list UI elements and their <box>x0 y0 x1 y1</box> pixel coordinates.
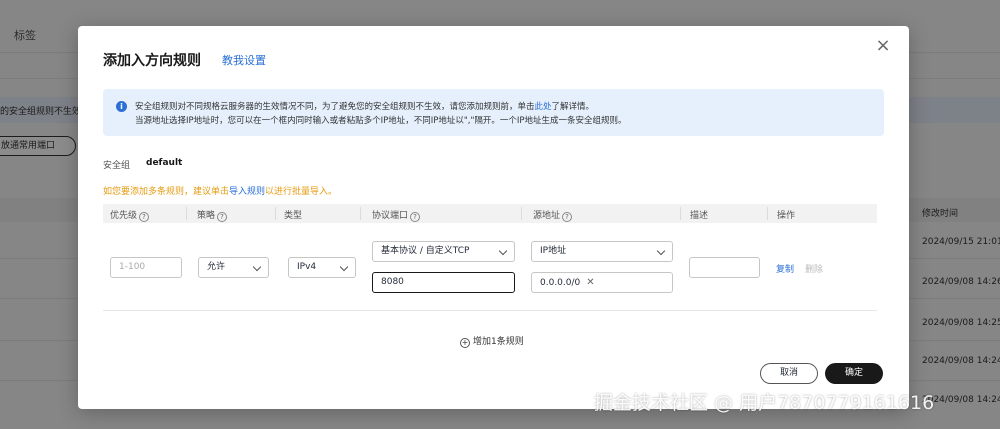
help-icon[interactable]: ? <box>217 212 228 222</box>
column-operation: 操作 <box>777 211 796 221</box>
help-icon[interactable]: ? <box>562 212 573 222</box>
column-protocol-port: 协议端口? <box>372 208 421 222</box>
chevron-down-icon <box>656 246 666 256</box>
delete-button[interactable]: 删除 <box>805 262 823 275</box>
import-rules-link[interactable]: 导入规则 <box>229 187 265 197</box>
import-tip: 如您要添加多条规则，建议单击导入规则以进行批量导入。 <box>103 184 337 197</box>
info-alert: i 安全组规则对不同规格云服务器的生效情况不同，为了避免您的安全组规则不生效，请… <box>103 89 884 136</box>
description-input[interactable] <box>689 257 760 278</box>
column-description: 描述 <box>690 211 709 221</box>
dialog-title: 添加入方向规则 <box>103 53 201 69</box>
copy-button[interactable]: 复制 <box>776 262 794 275</box>
column-divider <box>360 207 361 220</box>
policy-value: 允许 <box>207 262 226 272</box>
row-divider <box>103 310 877 311</box>
protocol-value: 基本协议 / 自定义TCP <box>381 246 470 256</box>
alert-line-2: 当源地址选择IP地址时，您可以在一个框内同时输入或者粘贴多个IP地址，不同IP地… <box>135 116 627 126</box>
chevron-down-icon <box>252 262 262 272</box>
security-group-value: default <box>146 158 183 168</box>
close-icon[interactable]: × <box>875 37 891 55</box>
tip-text: 以进行批量导入。 <box>265 187 338 197</box>
type-value: IPv4 <box>297 262 317 272</box>
plus-circle-icon: + <box>460 338 470 348</box>
help-icon[interactable]: ? <box>410 212 421 222</box>
source-type-value: IP地址 <box>540 246 567 256</box>
column-divider <box>275 207 276 220</box>
alert-text: 安全组规则对不同规格云服务器的生效情况不同，为了避免您的安全组规则不生效，请您添… <box>135 102 535 112</box>
column-divider <box>521 207 522 220</box>
column-divider <box>186 207 187 220</box>
add-rule-label: 增加1条规则 <box>473 337 524 347</box>
alert-text: 了解详情。 <box>551 102 595 112</box>
close-icon[interactable]: ✕ <box>586 273 594 292</box>
source-type-select[interactable]: IP地址 <box>531 241 673 262</box>
info-icon: i <box>116 101 127 112</box>
priority-input[interactable]: 1-100 <box>110 257 182 278</box>
tutorial-link[interactable]: 教我设置 <box>222 52 266 68</box>
tip-text: 如您要添加多条规则，建议单击 <box>103 187 230 197</box>
alert-line-1: 安全组规则对不同规格云服务器的生效情况不同，为了避免您的安全组规则不生效，请您添… <box>135 100 594 112</box>
ip-tag: 0.0.0.0/0 <box>540 278 581 288</box>
security-group-label: 安全组 <box>103 161 131 171</box>
column-divider <box>767 207 768 220</box>
column-type: 类型 <box>284 211 303 221</box>
add-inbound-rule-dialog: 添加入方向规则 教我设置 × i 安全组规则对不同规格云服务器的生效情况不同，为… <box>78 26 909 409</box>
protocol-select[interactable]: 基本协议 / 自定义TCP <box>372 241 515 262</box>
type-select[interactable]: IPv4 <box>288 257 356 278</box>
column-priority: 优先级? <box>110 208 150 222</box>
add-rule-button[interactable]: + 增加1条规则 <box>460 334 524 348</box>
column-divider <box>680 207 681 220</box>
port-input[interactable]: 8080 <box>372 272 515 293</box>
column-source: 源地址? <box>533 208 573 222</box>
chevron-down-icon <box>498 246 508 256</box>
column-policy: 策略? <box>197 208 228 222</box>
rule-table-header: 优先级? 策略? 类型 协议端口? 源地址? 描述 操作 <box>103 204 877 223</box>
watermark: 掘金技术社区 @ 用户7870779161616 <box>594 392 935 414</box>
chevron-down-icon <box>339 262 349 272</box>
cancel-button[interactable]: 取消 <box>760 363 818 384</box>
help-icon[interactable]: ? <box>139 212 150 222</box>
source-address-input[interactable]: 0.0.0.0/0 ✕ <box>531 272 673 293</box>
details-link[interactable]: 此处 <box>535 102 552 112</box>
policy-select[interactable]: 允许 <box>198 257 269 278</box>
confirm-button[interactable]: 确定 <box>825 363 883 384</box>
